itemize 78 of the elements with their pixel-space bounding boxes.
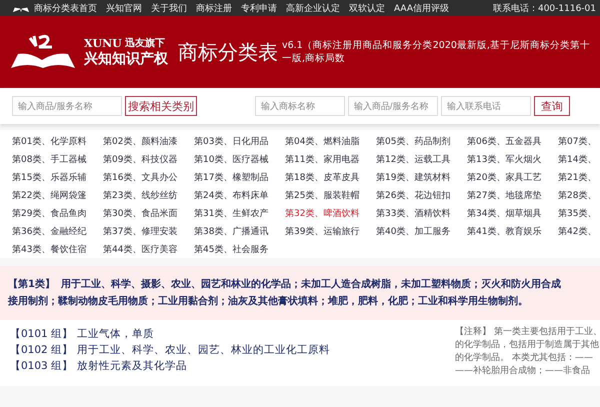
category-link[interactable]: 第23类、线纱丝纺 bbox=[103, 190, 194, 204]
category-link[interactable]: 第34类、烟草烟具 bbox=[467, 208, 558, 222]
category-link[interactable]: 第31类、生鲜农产 bbox=[194, 208, 285, 222]
trademark-name-field[interactable]: 输入商标名称 bbox=[255, 96, 345, 116]
group-code: 【0102 组】 bbox=[10, 343, 74, 358]
query-button[interactable]: 查询 bbox=[534, 96, 570, 116]
category-link[interactable]: 第12类、运载工具 bbox=[376, 154, 467, 168]
page-title: 商标分类表 bbox=[178, 38, 278, 66]
class-description: 用于工业、科学、摄影、农业、园艺和林业的化学品；未加工人造合成树脂，未加工塑料物质；灭火和防火用合成 bbox=[60, 277, 561, 292]
category-link[interactable]: 第20类、家具工艺 bbox=[467, 172, 558, 186]
note-text-line: 的化学制品，包括用于制造属于其他 bbox=[455, 339, 600, 352]
category-link[interactable]: 第14类、 bbox=[558, 154, 600, 168]
goods-name-field[interactable]: 输入商品/服务名称 bbox=[348, 96, 438, 116]
category-link[interactable]: 第35类、 bbox=[558, 208, 600, 222]
brand-name: 兴知知识产权 bbox=[84, 50, 168, 68]
category-link[interactable]: 第42类、 bbox=[558, 226, 600, 240]
category-link[interactable]: 第07类、 bbox=[558, 136, 600, 150]
category-link[interactable]: 第06类、五金器具 bbox=[467, 136, 558, 150]
note-text-line: ——补轮胎用合成物；——非食品 bbox=[455, 365, 591, 378]
category-link[interactable]: 第04类、燃料油脂 bbox=[285, 136, 376, 150]
nav-link[interactable]: 兴知官网 bbox=[106, 2, 142, 14]
note-text-line: 的化学制品。 本类尤其包括：—— bbox=[455, 352, 594, 365]
phone-field[interactable]: 输入联系电话 bbox=[441, 96, 531, 116]
brand-tagline: 迅友旗下 bbox=[124, 36, 165, 50]
category-link[interactable]: 第05类、药品制剂 bbox=[376, 136, 467, 150]
category-link[interactable]: 第21类、 bbox=[558, 172, 600, 186]
category-link[interactable]: 第40类、加工服务 bbox=[376, 226, 467, 240]
goods-search-field[interactable]: 输入商品/服务名称 bbox=[12, 96, 122, 116]
category-link[interactable]: 第45类、社会服务 bbox=[194, 244, 285, 258]
category-link[interactable]: 第03类、日化用品 bbox=[194, 136, 285, 150]
group-code: 【0101 组】 bbox=[10, 327, 74, 342]
contact-phone: 联系电话：400-1116-01 bbox=[492, 2, 596, 14]
page-subtitle: v6.1（商标注册用商品和服务分类2020最新版,基于尼斯商标分类第十一版,商标局数 bbox=[282, 39, 591, 65]
nav-link[interactable]: AAA信用评级 bbox=[394, 2, 449, 14]
category-link[interactable]: 第43类、餐饮住宿 bbox=[12, 244, 103, 258]
category-link[interactable]: 第13类、军火烟火 bbox=[467, 154, 558, 168]
category-link[interactable]: 第01类、化学原料 bbox=[12, 136, 103, 150]
category-link[interactable]: 第25类、服装鞋帽 bbox=[285, 190, 376, 204]
category-link[interactable]: 第36类、金融经纪 bbox=[12, 226, 103, 240]
class-heading: 【第1类】 bbox=[8, 278, 55, 292]
category-link[interactable]: 第44类、医疗美容 bbox=[103, 244, 194, 258]
category-link[interactable]: 第37类、修理安装 bbox=[103, 226, 194, 240]
category-link[interactable]: 第19类、建筑材料 bbox=[376, 172, 467, 186]
category-link[interactable]: 第16类、文具办公 bbox=[103, 172, 194, 186]
nav-link[interactable]: 专利申请 bbox=[241, 2, 277, 14]
category-link[interactable]: 第08类、手工器械 bbox=[12, 154, 103, 168]
group-link[interactable]: 工业气体，单质 bbox=[77, 326, 154, 342]
category-link[interactable]: 第33类、酒精饮料 bbox=[376, 208, 467, 222]
category-link[interactable]: 第22类、绳网袋篷 bbox=[12, 190, 103, 204]
category-link[interactable]: 第29类、食品鱼肉 bbox=[12, 208, 103, 222]
nav-link[interactable]: 关于我们 bbox=[151, 2, 187, 14]
category-link[interactable]: 第15类、乐器乐辅 bbox=[12, 172, 103, 186]
group-link[interactable]: 用于工业、科学、农业、园艺、林业的工业化工原料 bbox=[77, 342, 330, 358]
group-link[interactable]: 放射性元素及其化学品 bbox=[77, 358, 188, 374]
category-link[interactable]: 第26类、花边钮扣 bbox=[376, 190, 467, 204]
category-link[interactable]: 第09类、科技仪器 bbox=[103, 154, 194, 168]
category-link[interactable]: 第11类、家用电器 bbox=[285, 154, 376, 168]
nav-link[interactable]: 商标分类表首页 bbox=[34, 2, 97, 14]
category-link[interactable]: 第17类、橡塑制品 bbox=[194, 172, 285, 186]
category-link[interactable]: 第18类、皮革皮具 bbox=[285, 172, 376, 186]
class-description: 接用制剂；鞣制动物皮毛用物质；工业用黏合剂；油灰及其他膏状填料；堆肥，肥料，化肥；工业和科学用生物制剂。 bbox=[8, 294, 528, 309]
category-link[interactable]: 第38类、广播通讯 bbox=[194, 226, 285, 240]
category-link[interactable]: 第32类、啤酒饮料 bbox=[285, 208, 376, 222]
category-link[interactable]: 第39类、运输旅行 bbox=[285, 226, 376, 240]
category-link[interactable]: 第24类、布料床单 bbox=[194, 190, 285, 204]
brand-name-latin: XUNU bbox=[84, 36, 122, 50]
search-button[interactable]: 搜索相关类别 bbox=[125, 96, 197, 116]
nav-link[interactable]: 双软认定 bbox=[349, 2, 385, 14]
category-link[interactable]: 第30类、食品米面 bbox=[103, 208, 194, 222]
category-link[interactable]: 第28类、 bbox=[558, 190, 600, 204]
category-link[interactable]: 第10类、医疗器械 bbox=[194, 154, 285, 168]
nav-link[interactable]: 商标注册 bbox=[196, 2, 232, 14]
category-link[interactable]: 第27类、地毯席垫 bbox=[467, 190, 558, 204]
nav-link[interactable]: 高新企业认定 bbox=[286, 2, 340, 14]
category-link[interactable]: 第02类、颜料油漆 bbox=[103, 136, 194, 150]
group-code: 【0103 组】 bbox=[10, 359, 74, 374]
category-link[interactable]: 第41类、教育娱乐 bbox=[467, 226, 558, 240]
note-text-line: 【注释】 第一类主要包括用于工业、 bbox=[455, 326, 600, 339]
